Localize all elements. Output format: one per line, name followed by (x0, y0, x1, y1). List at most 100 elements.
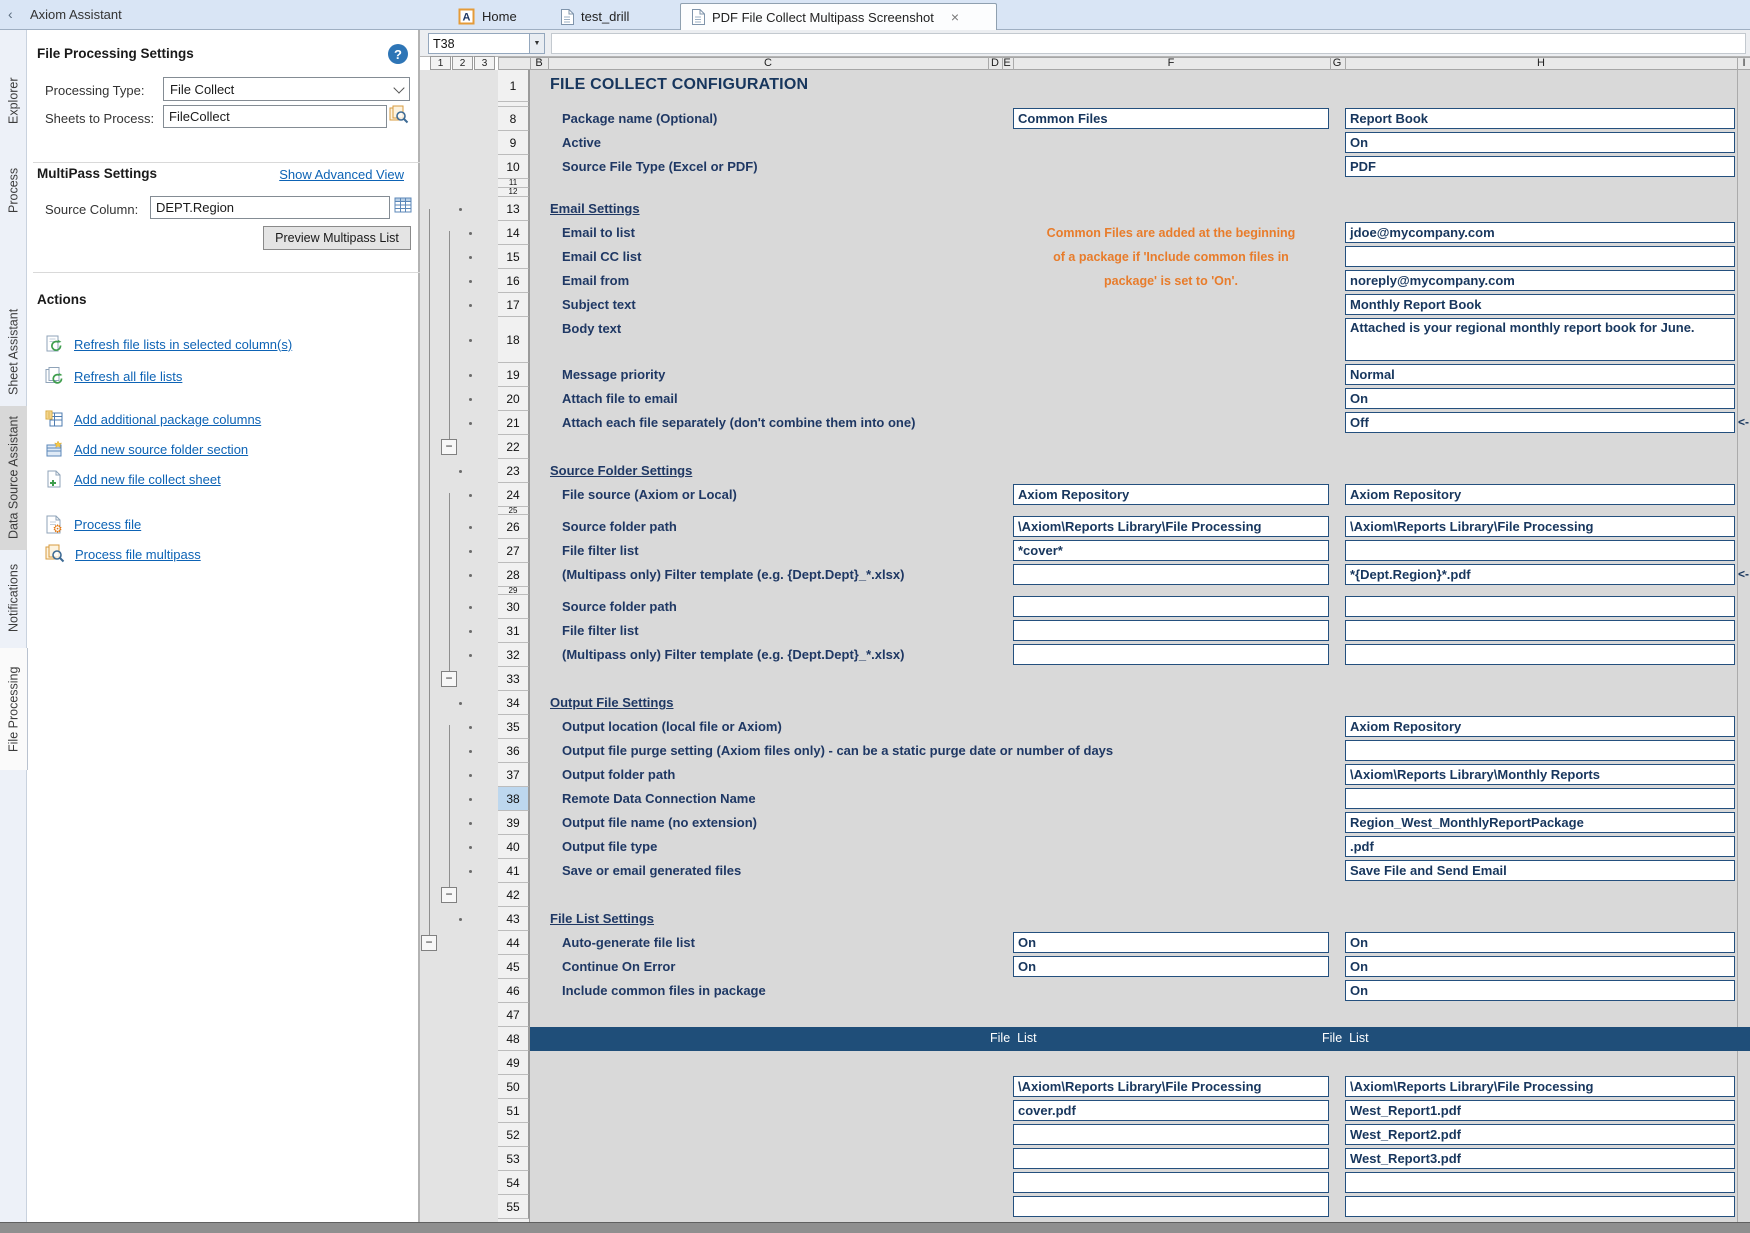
cell-h55[interactable] (1345, 1196, 1735, 1217)
row-number-50[interactable]: 50 (498, 1075, 529, 1099)
row-label[interactable]: Include common files in package (562, 983, 766, 998)
column-header-F[interactable]: F (1168, 57, 1175, 70)
row-label[interactable]: Source File Type (Excel or PDF) (562, 159, 758, 174)
cell-h10[interactable]: PDF (1345, 156, 1735, 177)
row-number-17[interactable]: 17 (498, 293, 529, 317)
row-label[interactable]: Subject text (562, 297, 636, 312)
section-label[interactable]: Output File Settings (550, 695, 674, 710)
tab-test-drill[interactable]: test_drill (550, 3, 639, 30)
cell-h45[interactable]: On (1345, 956, 1735, 977)
row-number-29[interactable]: 29 (498, 587, 529, 595)
cell-f26[interactable]: \Axiom\Reports Library\File Processing (1013, 516, 1329, 537)
outline-collapse-button[interactable]: − (421, 935, 437, 951)
row-number-33[interactable]: 33 (498, 667, 529, 691)
cell-f54[interactable] (1013, 1172, 1329, 1193)
cell-h41[interactable]: Save File and Send Email (1345, 860, 1735, 881)
sidebar-tab-process[interactable]: Process (0, 158, 27, 222)
row-number-39[interactable]: 39 (498, 811, 529, 835)
cell-h18[interactable]: Attached is your regional monthly report… (1345, 318, 1735, 361)
row-number-37[interactable]: 37 (498, 763, 529, 787)
row-number-36[interactable]: 36 (498, 739, 529, 763)
cell-f44[interactable]: On (1013, 932, 1329, 953)
row-number-55[interactable]: 55 (498, 1195, 529, 1219)
processing-type-dropdown[interactable]: File Collect (163, 77, 410, 101)
sidebar-tab-explorer[interactable]: Explorer (0, 62, 27, 140)
sheets-to-process-input[interactable] (163, 105, 387, 128)
section-label[interactable]: Email Settings (550, 201, 640, 216)
outline-collapse-button[interactable]: − (441, 671, 457, 687)
source-column-input[interactable] (150, 196, 390, 219)
cell-h17[interactable]: Monthly Report Book (1345, 294, 1735, 315)
cell-f27[interactable]: *cover* (1013, 540, 1329, 561)
cell-h38[interactable] (1345, 788, 1735, 809)
row-label[interactable]: Remote Data Connection Name (562, 791, 756, 806)
column-header-H[interactable]: H (1537, 57, 1545, 70)
section-label[interactable]: File List Settings (550, 911, 654, 926)
action-add-new-source-folder-section[interactable]: Add new source folder section (45, 438, 248, 460)
row-number-40[interactable]: 40 (498, 835, 529, 859)
cell-h26[interactable]: \Axiom\Reports Library\File Processing (1345, 516, 1735, 537)
cell-h52[interactable]: West_Report2.pdf (1345, 1124, 1735, 1145)
row-number-43[interactable]: 43 (498, 907, 529, 931)
row-label[interactable]: Active (562, 135, 601, 150)
action-add-new-file-collect-sheet[interactable]: Add new file collect sheet (45, 468, 221, 490)
action-label[interactable]: Add new file collect sheet (74, 472, 221, 487)
row-label[interactable]: Output file purge setting (Axiom files o… (562, 743, 1113, 758)
column-picker-icon[interactable] (394, 197, 412, 214)
tab-home[interactable]: AHome (448, 3, 527, 30)
row-number-35[interactable]: 35 (498, 715, 529, 739)
close-icon[interactable]: × (951, 10, 959, 24)
row-number-54[interactable]: 54 (498, 1171, 529, 1195)
cell-f50[interactable]: \Axiom\Reports Library\File Processing (1013, 1076, 1329, 1097)
row-number-14[interactable]: 14 (498, 221, 529, 245)
row-number-34[interactable]: 34 (498, 691, 529, 715)
row-number-47[interactable]: 47 (498, 1003, 529, 1027)
sidebar-tab-notifications[interactable]: Notifications (0, 548, 27, 648)
preview-multipass-list-button[interactable]: Preview Multipass List (263, 226, 411, 250)
row-number-13[interactable]: 13 (498, 197, 529, 221)
row-number-11[interactable]: 11 (498, 179, 529, 188)
row-label[interactable]: Attach each file separately (don't combi… (562, 415, 915, 430)
row-number-16[interactable]: 16 (498, 269, 529, 293)
row-number-52[interactable]: 52 (498, 1123, 529, 1147)
row-number-38[interactable]: 38 (498, 787, 529, 811)
cell-h27[interactable] (1345, 540, 1735, 561)
cell-f30[interactable] (1013, 596, 1329, 617)
row-number-18[interactable]: 18 (498, 317, 529, 363)
cell-h20[interactable]: On (1345, 388, 1735, 409)
row-number-23[interactable]: 23 (498, 459, 529, 483)
section-label[interactable]: Source Folder Settings (550, 463, 692, 478)
column-header-E[interactable]: E (1003, 57, 1010, 70)
row-number-48[interactable]: 48 (498, 1027, 529, 1051)
row-label[interactable]: Source folder path (562, 519, 677, 534)
row-number-32[interactable]: 32 (498, 643, 529, 667)
tab-pdf-file-collect-multipass-screenshot[interactable]: PDF File Collect Multipass Screenshot× (680, 3, 997, 30)
cell-h28[interactable]: *{Dept.Region}*.pdf (1345, 564, 1735, 585)
cell-h53[interactable]: West_Report3.pdf (1345, 1148, 1735, 1169)
action-refresh-file-lists-in-selected-column-s-[interactable]: Refresh file lists in selected column(s) (45, 333, 292, 355)
cell-f53[interactable] (1013, 1148, 1329, 1169)
action-add-additional-package-columns[interactable]: Add additional package columns (45, 408, 261, 430)
action-label[interactable]: Add new source folder section (74, 442, 248, 457)
row-label[interactable]: File source (Axiom or Local) (562, 487, 737, 502)
column-header-C[interactable]: C (764, 57, 772, 70)
name-box-dropdown-icon[interactable]: ▼ (529, 34, 544, 53)
help-icon[interactable]: ? (388, 44, 408, 64)
show-advanced-view-link[interactable]: Show Advanced View (279, 167, 404, 182)
row-number-26[interactable]: 26 (498, 515, 529, 539)
row-number-1[interactable]: 1 (498, 70, 529, 102)
row-number-51[interactable]: 51 (498, 1099, 529, 1123)
row-label[interactable]: Source folder path (562, 599, 677, 614)
row-label[interactable]: Email to list (562, 225, 635, 240)
action-refresh-all-file-lists[interactable]: Refresh all file lists (45, 365, 182, 387)
cell-h36[interactable] (1345, 740, 1735, 761)
outline-level-button-3[interactable]: 3 (474, 56, 495, 70)
cell-h54[interactable] (1345, 1172, 1735, 1193)
row-number-27[interactable]: 27 (498, 539, 529, 563)
action-label[interactable]: Refresh all file lists (74, 369, 182, 384)
sheet-search-icon[interactable] (389, 105, 409, 125)
row-number-31[interactable]: 31 (498, 619, 529, 643)
row-number-53[interactable]: 53 (498, 1147, 529, 1171)
row-number-46[interactable]: 46 (498, 979, 529, 1003)
back-chevron-icon[interactable]: ‹ (8, 6, 13, 22)
